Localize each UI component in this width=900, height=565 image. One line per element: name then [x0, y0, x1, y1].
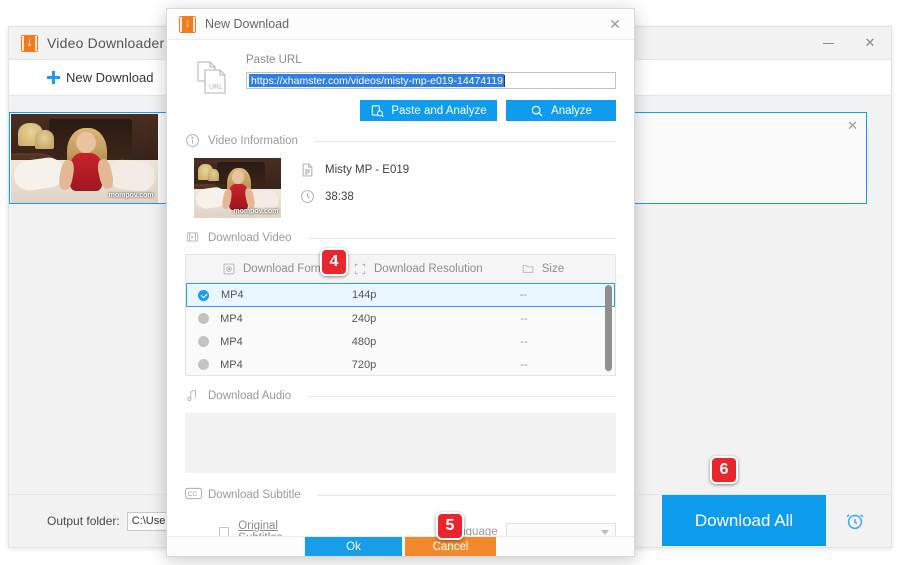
closed-caption-icon: CC — [185, 487, 202, 503]
divider — [307, 395, 616, 397]
minimize-icon[interactable] — [807, 27, 849, 59]
format-icon — [222, 262, 236, 276]
download-video-header: Download Video — [185, 230, 616, 246]
format-radio[interactable] — [186, 313, 220, 324]
video-information-content: mompov.com Misty MP - E019 38:38 — [185, 158, 616, 218]
video-icon — [185, 230, 201, 246]
thumbnail-watermark: mompov.com — [108, 191, 154, 199]
paste-and-analyze-button[interactable]: Paste and Analyze — [360, 100, 497, 121]
column-label: Size — [541, 262, 565, 275]
table-header: Download Format Download Resolution Size — [186, 255, 615, 283]
cell-size: -- — [520, 312, 528, 325]
new-download-label: New Download — [66, 70, 154, 85]
download-audio-label: Download Audio — [208, 390, 292, 402]
analyze-button[interactable]: Analyze — [506, 100, 616, 121]
paste-and-analyze-label: Paste and Analyze — [391, 104, 487, 117]
download-audio-header: Download Audio — [185, 388, 616, 404]
table-row[interactable]: MP4 720p -- — [186, 353, 615, 376]
divider — [316, 494, 616, 496]
info-icon — [185, 133, 201, 149]
download-video-table: Download Format Download Resolution Size… — [185, 254, 616, 376]
table-scrollbar[interactable] — [605, 285, 612, 373]
thumbnail-watermark: mompov.com — [233, 208, 279, 215]
video-information-header: Video Information — [185, 133, 616, 149]
column-download-resolution: Download Resolution — [353, 262, 521, 276]
resolution-icon — [353, 262, 367, 276]
search-icon — [530, 104, 544, 118]
paste-search-icon — [370, 104, 385, 118]
cell-resolution: 720p — [351, 358, 377, 371]
url-input[interactable]: https://xhamster.com/videos/misty-mp-e01… — [246, 72, 616, 89]
plus-icon — [47, 71, 60, 84]
cell-resolution: 144p — [351, 289, 377, 301]
video-information-label: Video Information — [208, 135, 298, 147]
window-controls: ✕ — [807, 27, 891, 59]
clock-icon — [300, 189, 315, 204]
svg-text:CC: CC — [188, 491, 198, 498]
download-subtitle-header: CC Download Subtitle — [185, 487, 616, 503]
download-subtitle-label: Download Subtitle — [208, 489, 301, 501]
download-audio-list — [185, 413, 616, 473]
divider — [307, 237, 616, 239]
url-input-value: https://xhamster.com/videos/misty-mp-e01… — [249, 74, 504, 87]
card-thumbnail: mompov.com — [11, 114, 158, 203]
download-video-label: Download Video — [208, 232, 292, 244]
url-action-buttons: Paste and Analyze Analyze — [246, 100, 616, 121]
format-radio[interactable] — [187, 289, 221, 301]
step-badge-5: 5 — [436, 512, 464, 540]
video-title-row: Misty MP - E019 — [300, 162, 409, 178]
format-radio[interactable] — [186, 359, 220, 370]
step-badge-6: 6 — [710, 456, 738, 484]
document-icon — [300, 162, 315, 178]
output-folder-label: Output folder: — [47, 514, 120, 528]
step-badge-4: 4 — [320, 248, 348, 276]
format-radio[interactable] — [186, 336, 220, 347]
paste-url-label: Paste URL — [246, 54, 302, 66]
app-title: Video Downloader — [47, 35, 165, 51]
video-duration-row: 38:38 — [300, 189, 409, 204]
cell-size: -- — [520, 335, 528, 348]
music-note-icon — [185, 388, 201, 404]
table-row[interactable]: MP4 480p -- — [186, 330, 615, 353]
video-downloader-logo-icon: ↓ — [179, 15, 196, 33]
chevron-down-icon — [601, 529, 609, 535]
cell-size: -- — [520, 358, 528, 371]
cell-format: MP4 — [220, 335, 243, 348]
close-icon[interactable]: ✕ — [596, 9, 634, 40]
text-caret — [503, 74, 505, 87]
dialog-titlebar: ↓ New Download ✕ — [167, 9, 634, 40]
svg-text:URL: URL — [209, 84, 223, 91]
cell-format: MP4 — [220, 289, 244, 301]
video-downloader-logo-icon: ↓ — [21, 34, 38, 52]
table-row[interactable]: MP4 240p -- — [186, 307, 615, 330]
cell-format: MP4 — [220, 312, 243, 325]
column-size: Size — [521, 262, 615, 275]
table-body: MP4 144p -- MP4 240p -- MP4 480p -- MP4 720p -- — [186, 283, 615, 376]
dialog-footer: Ok Cancel — [167, 536, 634, 556]
cell-resolution: 240p — [351, 312, 377, 325]
cell-size: -- — [519, 289, 528, 301]
close-icon[interactable]: ✕ — [847, 118, 858, 134]
new-download-dialog: ↓ New Download ✕ URL Paste URL https://x… — [166, 8, 635, 557]
cell-format: MP4 — [220, 358, 243, 371]
video-thumbnail: mompov.com — [194, 158, 281, 218]
url-file-icon: URL — [195, 58, 229, 98]
dialog-title: New Download — [205, 17, 290, 31]
new-download-button[interactable]: New Download — [47, 70, 153, 85]
divider — [313, 140, 616, 142]
ok-button[interactable]: Ok — [305, 537, 402, 556]
analyze-label: Analyze — [551, 104, 592, 117]
close-icon[interactable]: ✕ — [849, 27, 891, 59]
folder-icon — [521, 262, 535, 275]
cell-resolution: 480p — [351, 335, 377, 348]
column-label: Download Resolution — [374, 262, 483, 275]
dialog-body: URL Paste URL https://xhamster.com/video… — [167, 40, 634, 544]
table-row[interactable]: MP4 144p -- — [186, 283, 615, 307]
alarm-clock-icon[interactable] — [829, 495, 881, 546]
paste-url-section: URL Paste URL https://xhamster.com/video… — [185, 40, 616, 121]
download-all-button[interactable]: Download All — [662, 495, 826, 546]
video-duration: 38:38 — [325, 190, 354, 203]
video-title: Misty MP - E019 — [325, 164, 410, 176]
